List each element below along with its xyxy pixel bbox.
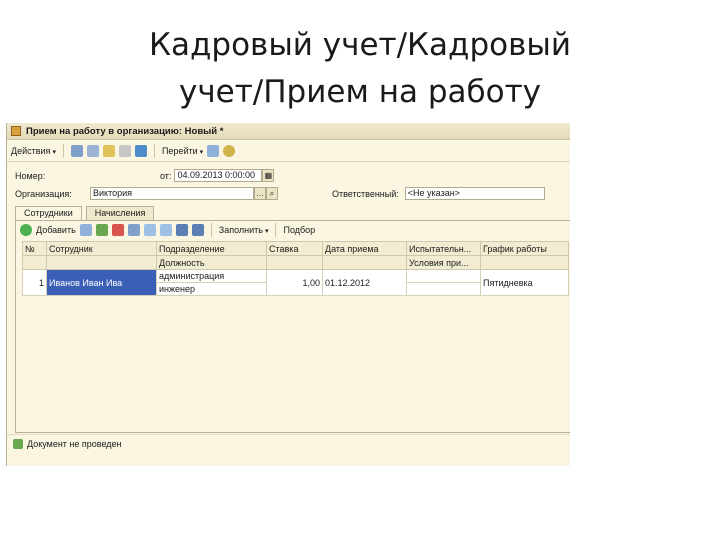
status-bar: Документ не проведен [7,434,570,452]
column-header[interactable]: Испытательн... [406,241,481,256]
post-icon[interactable] [102,144,115,157]
slide-title: Кадровый учет/Кадровый учет/Прием на раб… [0,22,720,116]
column-header[interactable]: Должность [156,255,267,270]
schedule-cell[interactable]: Пятидневка [480,269,569,296]
from-label: от: [160,170,172,181]
position-cell[interactable]: инженер [156,282,267,296]
window-title: Прием на работу в организацию: Новый * [26,125,224,137]
column-header [480,255,569,270]
status-icon [13,438,23,449]
number-label: Номер: [15,170,46,181]
help-icon[interactable] [223,144,236,157]
slide-title-line1: Кадровый учет/Кадровый [148,27,572,63]
toolbar-separator [153,143,155,158]
move-up-icon[interactable] [143,224,156,236]
toolbar-separator [210,223,212,237]
structure-icon[interactable] [118,144,131,157]
tab-accruals[interactable]: Начисления [85,206,155,220]
column-header [46,255,157,270]
save-icon[interactable] [70,144,83,157]
sort-desc-icon[interactable] [191,224,204,236]
table-toolbar: Добавить Заполнить Подбор [16,221,570,239]
add-icon[interactable] [20,224,32,236]
pick-button[interactable]: Подбор [283,225,315,235]
select-button[interactable]: … [254,187,266,200]
organization-field[interactable]: Виктория [90,187,254,200]
list-icon[interactable] [207,144,220,157]
rate-cell[interactable]: 1,00 [266,269,323,296]
column-header[interactable]: Подразделение [156,241,267,256]
row-number: 1 [22,269,47,296]
slide-title-line2: учет/Прием на работу [179,74,541,110]
delete-icon[interactable] [111,224,124,236]
table-row[interactable]: 1 Иванов Иван Ива администрация 1,00 01.… [22,269,569,296]
move-down-icon[interactable] [159,224,172,236]
number-row: Номер: от: 04.09.2013 0:00:00 ▦ [15,169,275,182]
column-header[interactable]: № [22,241,47,256]
copy-row-icon[interactable] [79,224,92,236]
org-label: Организация: [15,188,72,199]
employees-panel: Добавить Заполнить Подбор № Сотрудник [15,220,570,433]
toolbar-separator [275,223,277,237]
fill-menu[interactable]: Заполнить [219,225,269,235]
tab-employees[interactable]: Сотрудники [15,206,82,220]
document-icon [11,126,21,136]
column-header[interactable]: Сотрудник [46,241,157,256]
table-header-row: № Сотрудник Подразделение Ставка Дата пр… [22,241,569,256]
department-cell[interactable]: администрация [156,269,267,283]
toolbar-separator [62,143,64,158]
add-button[interactable]: Добавить [36,225,76,235]
employee-cell[interactable]: Иванов Иван Ива [46,269,157,296]
column-header[interactable]: Дата приема [322,241,407,256]
table-header-row: Должность Условия при... [22,255,569,270]
date-field[interactable]: 04.09.2013 0:00:00 [174,169,263,182]
main-toolbar: Действия Перейти [7,140,570,162]
trial-cell[interactable] [406,269,481,283]
edit-icon[interactable] [95,224,108,236]
column-header [322,255,407,270]
column-header[interactable]: Условия при... [406,255,481,270]
copy-icon[interactable] [86,144,99,157]
conditions-cell[interactable] [406,282,481,296]
document-window: Прием на работу в организацию: Новый * Д… [6,123,570,466]
actions-menu[interactable]: Действия [11,146,56,156]
sort-asc-icon[interactable] [175,224,188,236]
column-header [22,255,47,270]
status-text: Документ не проведен [27,438,122,449]
column-header[interactable]: График работы [480,241,569,256]
responsible-label: Ответственный: [332,188,399,199]
calendar-icon[interactable]: ▦ [262,169,275,182]
goto-menu[interactable]: Перейти [162,146,203,156]
search-icon[interactable]: ⌕ [266,187,278,200]
responsible-field[interactable]: <Не указан> [404,187,545,200]
window-titlebar: Прием на работу в организацию: Новый * [7,123,570,140]
column-header[interactable]: Ставка [266,241,323,256]
org-row: Организация: Виктория … ⌕ Ответственный:… [15,187,545,200]
end-edit-icon[interactable] [127,224,140,236]
move-icon[interactable] [134,144,147,157]
column-header [266,255,323,270]
employees-table: № Сотрудник Подразделение Ставка Дата пр… [22,241,569,296]
tab-strip: Сотрудники Начисления [15,206,155,220]
hire-date-cell[interactable]: 01.12.2012 [322,269,407,296]
